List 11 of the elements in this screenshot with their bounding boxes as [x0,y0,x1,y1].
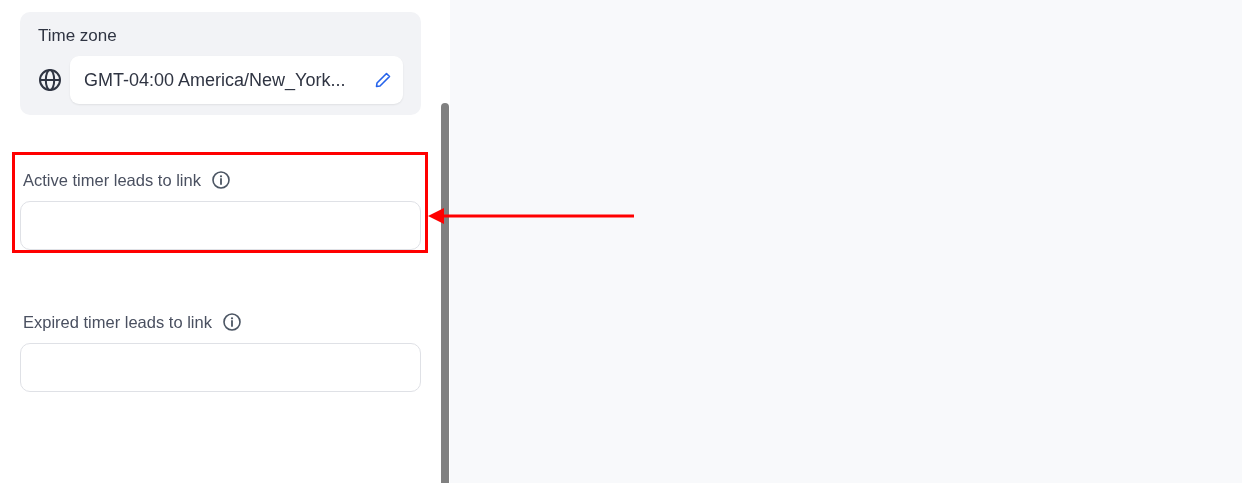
time-zone-field[interactable]: GMT-04:00 America/New_York... [70,56,403,104]
info-icon[interactable] [210,170,231,190]
field-label: Expired timer leads to link [23,312,212,332]
info-icon[interactable] [221,312,242,332]
globe-icon [38,68,62,92]
field-label: Active timer leads to link [23,170,201,190]
time-zone-label: Time zone [38,26,118,46]
input-field[interactable] [20,201,421,250]
pencil-icon[interactable] [373,70,393,90]
input-field[interactable] [20,343,421,392]
scrollbar-thumb[interactable] [441,103,449,483]
